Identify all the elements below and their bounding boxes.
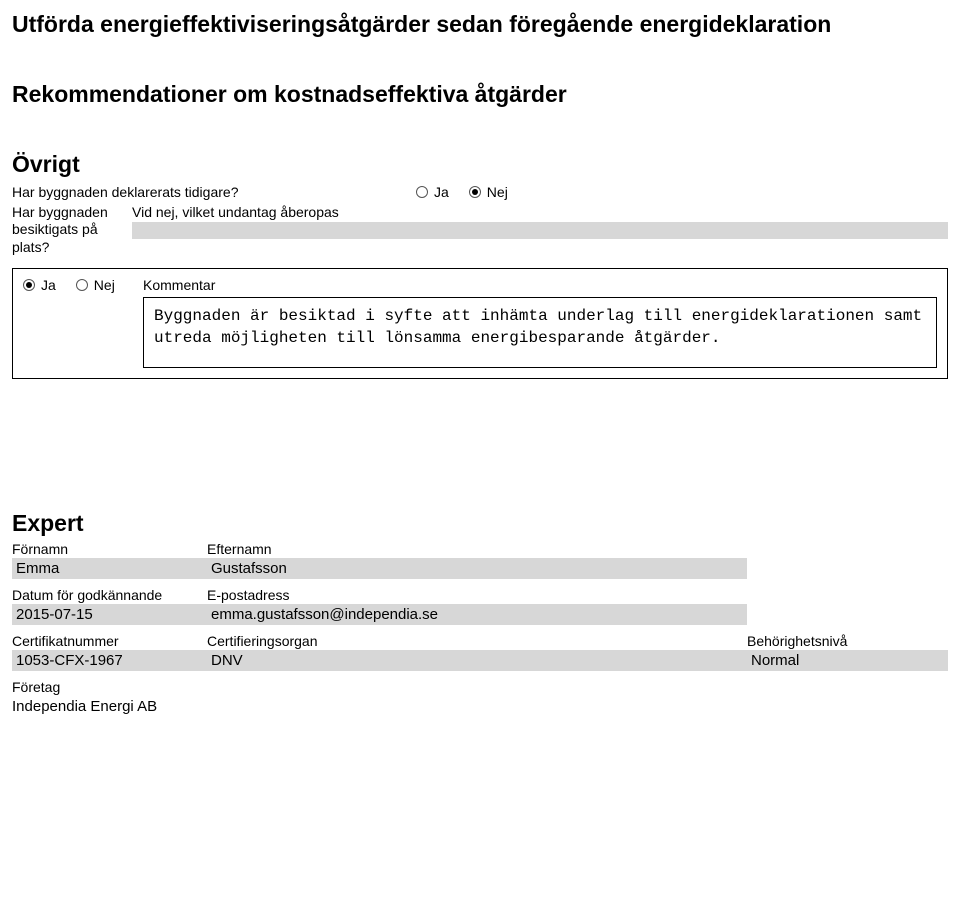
cert-value: 1053-CFX-1967 [12,650,207,671]
fornamn-value: Emma [12,558,207,579]
radio-icon [76,279,88,291]
radio-label-ja: Ja [434,184,449,200]
radio-icon [23,279,35,291]
kommentar-frame: Ja Nej Kommentar Byggnaden är besiktad i… [12,268,948,379]
declared-earlier-label: Har byggnaden deklarerats tidigare? [12,184,416,200]
expert-grid: Förnamn Emma Efternamn Gustafsson Datum … [12,541,948,717]
radio-label-nej: Nej [487,184,508,200]
heading-utforda: Utförda energieffektiviseringsåtgärder s… [12,10,948,40]
kommentar-label: Kommentar [143,277,937,293]
niva-value: Normal [747,650,948,671]
inspected-nej-radio[interactable]: Nej [76,277,115,293]
exemption-input [132,222,948,239]
radio-icon [416,186,428,198]
inspected-label: Har byggnaden besiktigats på plats? [12,204,122,257]
heading-rekommendationer: Rekommendationer om kostnadseffektiva åt… [12,80,948,110]
exemption-label: Vid nej, vilket undantag åberopas [132,204,948,220]
radio-label-ja2: Ja [41,277,56,293]
certorg-value: DNV [207,650,747,671]
datum-value: 2015-07-15 [12,604,207,625]
foretag-label: Företag [12,679,402,695]
inspected-ja-radio[interactable]: Ja [23,277,56,293]
datum-label: Datum för godkännande [12,587,207,603]
foretag-value: Independia Energi AB [12,696,402,717]
heading-ovrigt: Övrigt [12,150,948,180]
niva-label: Behörighetsnivå [747,633,948,649]
epost-value: emma.gustafsson@independia.se [207,604,747,625]
efternamn-value: Gustafsson [207,558,747,579]
fornamn-label: Förnamn [12,541,207,557]
heading-expert: Expert [12,509,948,539]
certorg-label: Certifieringsorgan [207,633,747,649]
efternamn-label: Efternamn [207,541,747,557]
cert-label: Certifikatnummer [12,633,207,649]
radio-label-nej2: Nej [94,277,115,293]
epost-label: E-postadress [207,587,747,603]
kommentar-text: Byggnaden är besiktad i syfte att inhämt… [143,297,937,368]
declared-ja-radio[interactable]: Ja [416,184,449,200]
declared-nej-radio[interactable]: Nej [469,184,508,200]
radio-icon [469,186,481,198]
